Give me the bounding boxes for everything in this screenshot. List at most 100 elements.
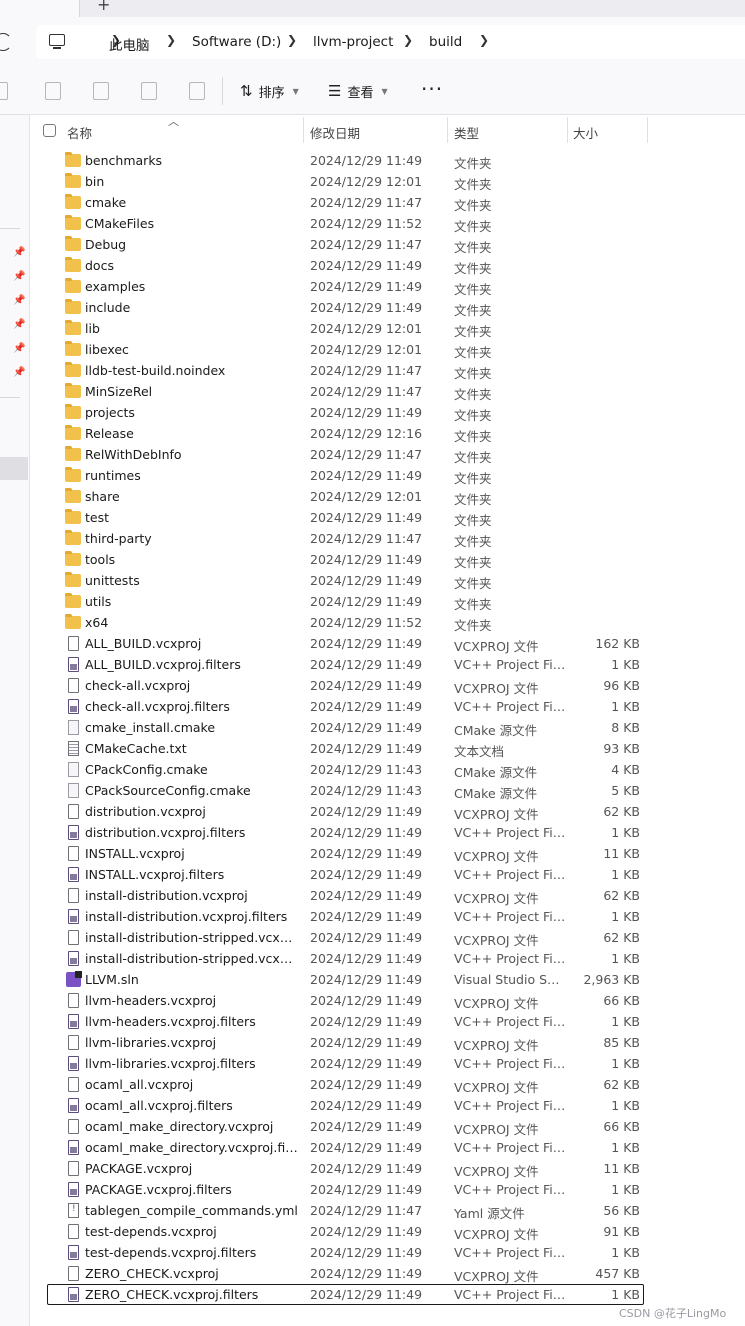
file-row[interactable]: tablegen_compile_commands.yml 2024/12/29 … [30,1200,745,1221]
file-row[interactable]: libexec 2024/12/29 12:01 文件夹 [30,339,745,360]
breadcrumb-build[interactable]: build [429,34,462,50]
column-size[interactable]: 大小 [573,123,598,142]
file-row[interactable]: RelWithDebInfo 2024/12/29 11:47 文件夹 [30,444,745,465]
file-row[interactable]: distribution.vcxproj.filters 2024/12/29 1… [30,822,745,843]
file-row[interactable]: cmake_install.cmake 2024/12/29 11:49 CMake… [30,717,745,738]
file-row[interactable]: LLVM.sln 2024/12/29 11:49 Visual Studio So… [30,969,745,990]
file-row[interactable]: benchmarks 2024/12/29 11:49 文件夹 [30,150,745,171]
file-row[interactable]: tools 2024/12/29 11:49 文件夹 [30,549,745,570]
file-row[interactable]: ocaml_all.vcxproj 2024/12/29 11:49 VCXPROJ… [30,1074,745,1095]
file-type: 文件夹 [454,513,492,528]
file-row[interactable]: llvm-libraries.vcxproj.filters 2024/12/29… [30,1053,745,1074]
chevron-right-icon[interactable]: ❯ [479,33,489,47]
file-row[interactable]: projects 2024/12/29 11:49 文件夹 [30,402,745,423]
file-row[interactable]: install-distribution-stripped.vcxpro... 2… [30,948,745,969]
file-row[interactable]: lib 2024/12/29 12:01 文件夹 [30,318,745,339]
file-row[interactable]: install-distribution.vcxproj.filters 2024… [30,906,745,927]
file-row[interactable]: ALL_BUILD.vcxproj 2024/12/29 11:49 VCXPROJ… [30,633,745,654]
file-row[interactable]: INSTALL.vcxproj.filters 2024/12/29 11:49 V… [30,864,745,885]
column-name[interactable]: 名称 [67,123,92,142]
file-row[interactable]: share 2024/12/29 12:01 文件夹 [30,486,745,507]
pin-icon[interactable]: 📌 [13,343,25,354]
file-row[interactable]: install-distribution.vcxproj 2024/12/29 1… [30,885,745,906]
file-row[interactable]: distribution.vcxproj 2024/12/29 11:49 VCXP… [30,801,745,822]
file-row[interactable]: third-party 2024/12/29 11:47 文件夹 [30,528,745,549]
file-row[interactable]: docs 2024/12/29 11:49 文件夹 [30,255,745,276]
breadcrumb[interactable]: ❯ 此电脑 ❯ Software (D:) ❯ llvm-project ❯ b… [36,25,745,59]
file-row[interactable]: check-all.vcxproj.filters 2024/12/29 11:4… [30,696,745,717]
column-divider[interactable] [303,117,304,143]
file-row[interactable]: x64 2024/12/29 11:52 文件夹 [30,612,745,633]
file-row[interactable]: Debug 2024/12/29 11:47 文件夹 [30,234,745,255]
folder-icon [65,173,81,188]
file-size: 5 KB [611,783,640,798]
pin-icon[interactable]: 📌 [13,319,25,330]
pin-icon[interactable]: 📌 [13,271,25,282]
file-row[interactable]: llvm-headers.vcxproj.filters 2024/12/29 1… [30,1011,745,1032]
breadcrumb-drive[interactable]: Software (D:) [192,34,281,50]
chevron-right-icon[interactable]: ❯ [166,33,176,47]
file-modified-date: 2024/12/29 12:01 [310,489,423,504]
chevron-right-icon[interactable]: ❯ [403,33,413,47]
file-modified-date: 2024/12/29 11:49 [310,699,423,714]
column-divider[interactable] [647,117,648,143]
column-type[interactable]: 类型 [454,123,479,142]
refresh-icon[interactable] [0,33,12,51]
file-row[interactable]: include 2024/12/29 11:49 文件夹 [30,297,745,318]
file-row[interactable]: lldb-test-build.noindex 2024/12/29 11:47 文… [30,360,745,381]
breadcrumb-llvm-project[interactable]: llvm-project [313,34,393,50]
pin-icon[interactable]: 📌 [13,295,25,306]
nav-item-selected[interactable] [0,457,28,480]
file-row[interactable]: Release 2024/12/29 12:16 文件夹 [30,423,745,444]
file-row[interactable]: MinSizeRel 2024/12/29 11:47 文件夹 [30,381,745,402]
pin-icon[interactable]: 📌 [13,367,25,378]
file-row[interactable]: test-depends.vcxproj 2024/12/29 11:49 VCXP… [30,1221,745,1242]
file-name: ZERO_CHECK.vcxproj.filters [85,1287,259,1302]
new-tab-button[interactable]: + [97,0,110,14]
file-type: VC++ Project Fil... [454,1140,566,1155]
active-tab[interactable] [0,0,80,17]
share-icon[interactable] [141,82,157,100]
file-row[interactable]: CMakeCache.txt 2024/12/29 11:49 文本文档 93 KB [30,738,745,759]
paste-icon[interactable] [45,82,61,100]
view-button[interactable]: ☰ 查看 ▼ [328,81,388,101]
pin-icon[interactable]: 📌 [13,247,25,258]
file-row[interactable]: test-depends.vcxproj.filters 2024/12/29 1… [30,1242,745,1263]
file-row[interactable]: ZERO_CHECK.vcxproj 2024/12/29 11:49 VCXPRO… [30,1263,745,1284]
file-row[interactable]: examples 2024/12/29 11:49 文件夹 [30,276,745,297]
file-row[interactable]: cmake 2024/12/29 11:47 文件夹 [30,192,745,213]
file-row[interactable]: install-distribution-stripped.vcxproj 202… [30,927,745,948]
file-row[interactable]: llvm-headers.vcxproj 2024/12/29 11:49 VCXP… [30,990,745,1011]
file-row[interactable]: ALL_BUILD.vcxproj.filters 2024/12/29 11:4… [30,654,745,675]
file-row[interactable]: ocaml_make_directory.vcxproj.filters 2024… [30,1137,745,1158]
file-row[interactable]: unittests 2024/12/29 11:49 文件夹 [30,570,745,591]
column-divider[interactable] [567,117,568,143]
chevron-right-icon[interactable]: ❯ [287,33,297,47]
file-row[interactable]: runtimes 2024/12/29 11:49 文件夹 [30,465,745,486]
file-row[interactable]: ocaml_all.vcxproj.filters 2024/12/29 11:4… [30,1095,745,1116]
file-row[interactable]: test 2024/12/29 11:49 文件夹 [30,507,745,528]
file-row[interactable]: utils 2024/12/29 11:49 文件夹 [30,591,745,612]
file-row[interactable]: llvm-libraries.vcxproj 2024/12/29 11:49 VC… [30,1032,745,1053]
file-row[interactable]: PACKAGE.vcxproj.filters 2024/12/29 11:49 V… [30,1179,745,1200]
file-row[interactable]: ZERO_CHECK.vcxproj.filters 2024/12/29 11:… [30,1284,745,1305]
filter-file-icon [68,951,79,966]
file-row[interactable]: CPackSourceConfig.cmake 2024/12/29 11:43 C… [30,780,745,801]
rename-icon[interactable] [93,82,109,100]
file-row[interactable]: INSTALL.vcxproj 2024/12/29 11:49 VCXPROJ 文… [30,843,745,864]
select-all-checkbox[interactable] [43,124,56,137]
file-row[interactable]: bin 2024/12/29 12:01 文件夹 [30,171,745,192]
column-divider[interactable] [447,117,448,143]
delete-icon[interactable] [189,82,205,100]
sort-button[interactable]: ⇅ 排序 ▼ [240,81,299,101]
file-row[interactable]: PACKAGE.vcxproj 2024/12/29 11:49 VCXPROJ 文… [30,1158,745,1179]
file-row[interactable]: ocaml_make_directory.vcxproj 2024/12/29 1… [30,1116,745,1137]
file-row[interactable]: check-all.vcxproj 2024/12/29 11:49 VCXPROJ… [30,675,745,696]
more-options-button[interactable]: ··· [421,77,443,101]
new-icon[interactable] [0,82,8,100]
file-row[interactable]: CMakeFiles 2024/12/29 11:52 文件夹 [30,213,745,234]
this-pc-icon[interactable] [49,34,65,49]
file-row[interactable]: CPackConfig.cmake 2024/12/29 11:43 CMake 源… [30,759,745,780]
column-date[interactable]: 修改日期 [310,123,360,142]
breadcrumb-this-pc[interactable]: 此电脑 [109,34,150,54]
